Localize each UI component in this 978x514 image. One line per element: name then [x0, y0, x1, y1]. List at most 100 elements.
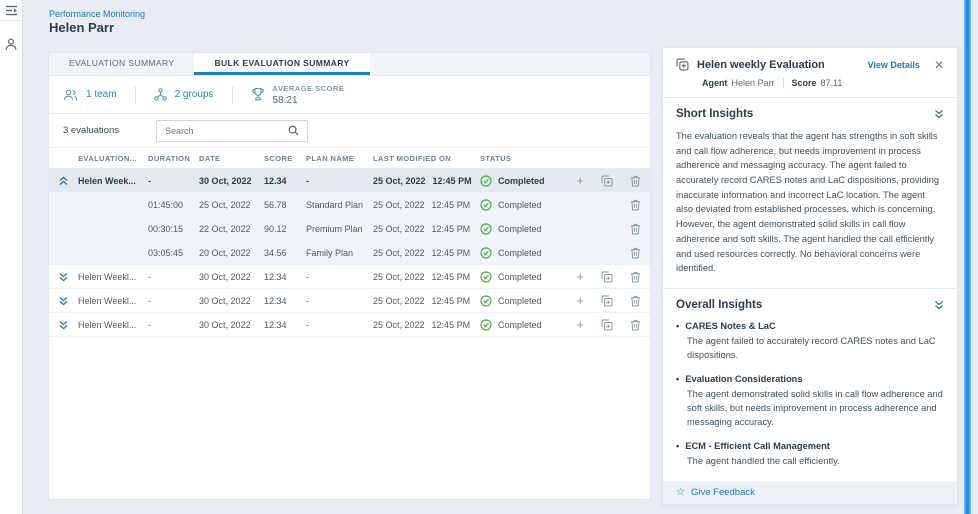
page-title: Helen Parr: [49, 20, 114, 35]
duplicate-icon[interactable]: [601, 295, 613, 307]
search-input[interactable]: [165, 126, 288, 136]
check-circle-icon: [480, 175, 492, 187]
col-score: SCORE: [264, 154, 306, 163]
user-nav-button[interactable]: [0, 29, 22, 59]
evaluation-count: 3 evaluations: [63, 125, 119, 136]
give-feedback-button[interactable]: ☆ Give Feedback: [663, 481, 957, 504]
col-evaluation: EVALUATION...: [78, 154, 148, 163]
table-row[interactable]: 00:30:15 22 Oct, 2022 90.12 Premium Plan…: [49, 217, 650, 241]
scrollbar[interactable]: [964, 0, 971, 514]
insight-item: ECM - Efficient Call Management The agen…: [676, 441, 944, 468]
collapse-section-icon[interactable]: [934, 109, 944, 119]
add-icon[interactable]: +: [576, 271, 584, 283]
team-stat[interactable]: 1 team: [63, 89, 117, 101]
collapse-section-icon[interactable]: [934, 300, 944, 310]
add-icon[interactable]: +: [576, 319, 584, 331]
col-duration: DURATION: [148, 154, 199, 163]
user-icon: [5, 38, 17, 51]
score-cell: 34.56: [264, 248, 306, 258]
evaluation-name: Helen Weekl...: [78, 272, 148, 282]
duplicate-icon[interactable]: [601, 319, 613, 331]
search-box[interactable]: [156, 120, 308, 142]
delete-icon[interactable]: [630, 271, 641, 283]
evaluation-card: EVALUATION SUMMARY BULK EVALUATION SUMMA…: [48, 52, 651, 500]
tab-evaluation-summary[interactable]: EVALUATION SUMMARY: [49, 53, 194, 75]
table-row[interactable]: Helen Week... - 30 Oct, 2022 12.34 - 25 …: [49, 169, 650, 193]
date-cell: 30 Oct, 2022: [199, 296, 264, 306]
groups-stat-label: 2 groups: [175, 89, 214, 100]
close-icon[interactable]: ✕: [934, 60, 944, 70]
groups-stat[interactable]: 2 groups: [154, 88, 214, 101]
give-feedback-label: Give Feedback: [691, 487, 755, 498]
menu-collapse-button[interactable]: [0, 0, 22, 21]
stats-row: 1 team 2 groups AVERAGE SCORE 58.21: [49, 76, 650, 114]
table-row[interactable]: Helen Weekl... - 30 Oct, 2022 12.34 - 25…: [49, 313, 650, 337]
insight-item: Evaluation Considerations The agent demo…: [676, 374, 944, 430]
modified-cell: 25 Oct, 202212:45 PM: [373, 224, 480, 234]
status-badge: Completed: [480, 199, 566, 211]
average-score-stat: AVERAGE SCORE 58.21: [251, 84, 345, 106]
search-icon[interactable]: [288, 125, 299, 136]
breadcrumb[interactable]: Performance Monitoring: [49, 9, 145, 19]
delete-icon[interactable]: [630, 175, 641, 187]
insights-panel: Helen weekly Evaluation View Details ✕ A…: [662, 47, 958, 505]
plan-cell: -: [306, 176, 373, 186]
expand-row-button[interactable]: [49, 320, 78, 330]
divider: [135, 86, 136, 104]
expand-row-button[interactable]: [49, 296, 78, 306]
insight-item: CARES Notes & LaC The agent failed to ac…: [676, 321, 944, 363]
date-cell: 30 Oct, 2022: [199, 320, 264, 330]
team-icon: [63, 89, 78, 101]
view-details-link[interactable]: View Details: [868, 60, 920, 70]
star-icon: ☆: [676, 487, 685, 498]
score-cell: 12.34: [264, 272, 306, 282]
plan-cell: Standard Plan: [306, 200, 373, 210]
date-cell: 30 Oct, 2022: [199, 176, 264, 186]
evaluation-name: Helen Weekl...: [78, 320, 148, 330]
modified-cell: 25 Oct, 202212:45 PM: [373, 272, 480, 282]
date-cell: 22 Oct, 2022: [199, 224, 264, 234]
plan-cell: -: [306, 320, 373, 330]
tab-bar: EVALUATION SUMMARY BULK EVALUATION SUMMA…: [49, 53, 650, 76]
add-icon[interactable]: +: [576, 295, 584, 307]
status-badge: Completed: [480, 271, 566, 283]
add-icon[interactable]: +: [576, 175, 584, 187]
delete-icon[interactable]: [630, 319, 641, 331]
chevron-double-up-icon: [59, 176, 68, 186]
average-score-value: 58.21: [273, 95, 345, 106]
panel-title: Helen weekly Evaluation: [697, 59, 868, 71]
expand-row-button[interactable]: [49, 272, 78, 282]
short-insights-section: Short Insights The evaluation reveals th…: [663, 98, 957, 289]
agent-value: Helen Parr: [732, 78, 775, 88]
score-cell: 12.34: [264, 176, 306, 186]
date-cell: 25 Oct, 2022: [199, 200, 264, 210]
left-rail: [0, 0, 23, 514]
divider: [783, 78, 784, 88]
table-row[interactable]: Helen Weekl... - 30 Oct, 2022 12.34 - 25…: [49, 265, 650, 289]
table-row[interactable]: 03:05:45 20 Oct, 2022 34.56 Family Plan …: [49, 241, 650, 265]
collapse-row-button[interactable]: [49, 176, 78, 186]
check-circle-icon: [480, 271, 492, 283]
delete-icon[interactable]: [630, 199, 641, 211]
check-circle-icon: [480, 247, 492, 259]
delete-icon[interactable]: [630, 247, 641, 259]
modified-cell: 25 Oct, 202212:45 PM: [373, 248, 480, 258]
score-cell: 90.12: [264, 224, 306, 234]
panel-header: Helen weekly Evaluation View Details ✕ A…: [663, 48, 957, 98]
duplicate-icon[interactable]: [601, 175, 613, 187]
status-badge: Completed: [480, 223, 566, 235]
delete-icon[interactable]: [630, 223, 641, 235]
col-status: STATUS: [480, 154, 566, 163]
delete-icon[interactable]: [630, 295, 641, 307]
duplicate-icon[interactable]: [601, 271, 613, 283]
divider: [232, 86, 233, 104]
date-cell: 20 Oct, 2022: [199, 248, 264, 258]
modified-cell: 25 Oct, 202212:45 PM: [373, 320, 480, 330]
table-row[interactable]: 01:45:00 25 Oct, 2022 56.78 Standard Pla…: [49, 193, 650, 217]
table-row[interactable]: Helen Weekl... - 30 Oct, 2022 12.34 - 25…: [49, 289, 650, 313]
status-badge: Completed: [480, 247, 566, 259]
panel-body: Short Insights The evaluation reveals th…: [663, 98, 957, 468]
score-label: Score: [792, 78, 817, 88]
tab-bulk-evaluation-summary[interactable]: BULK EVALUATION SUMMARY: [194, 53, 369, 75]
plan-cell: Family Plan: [306, 248, 373, 258]
